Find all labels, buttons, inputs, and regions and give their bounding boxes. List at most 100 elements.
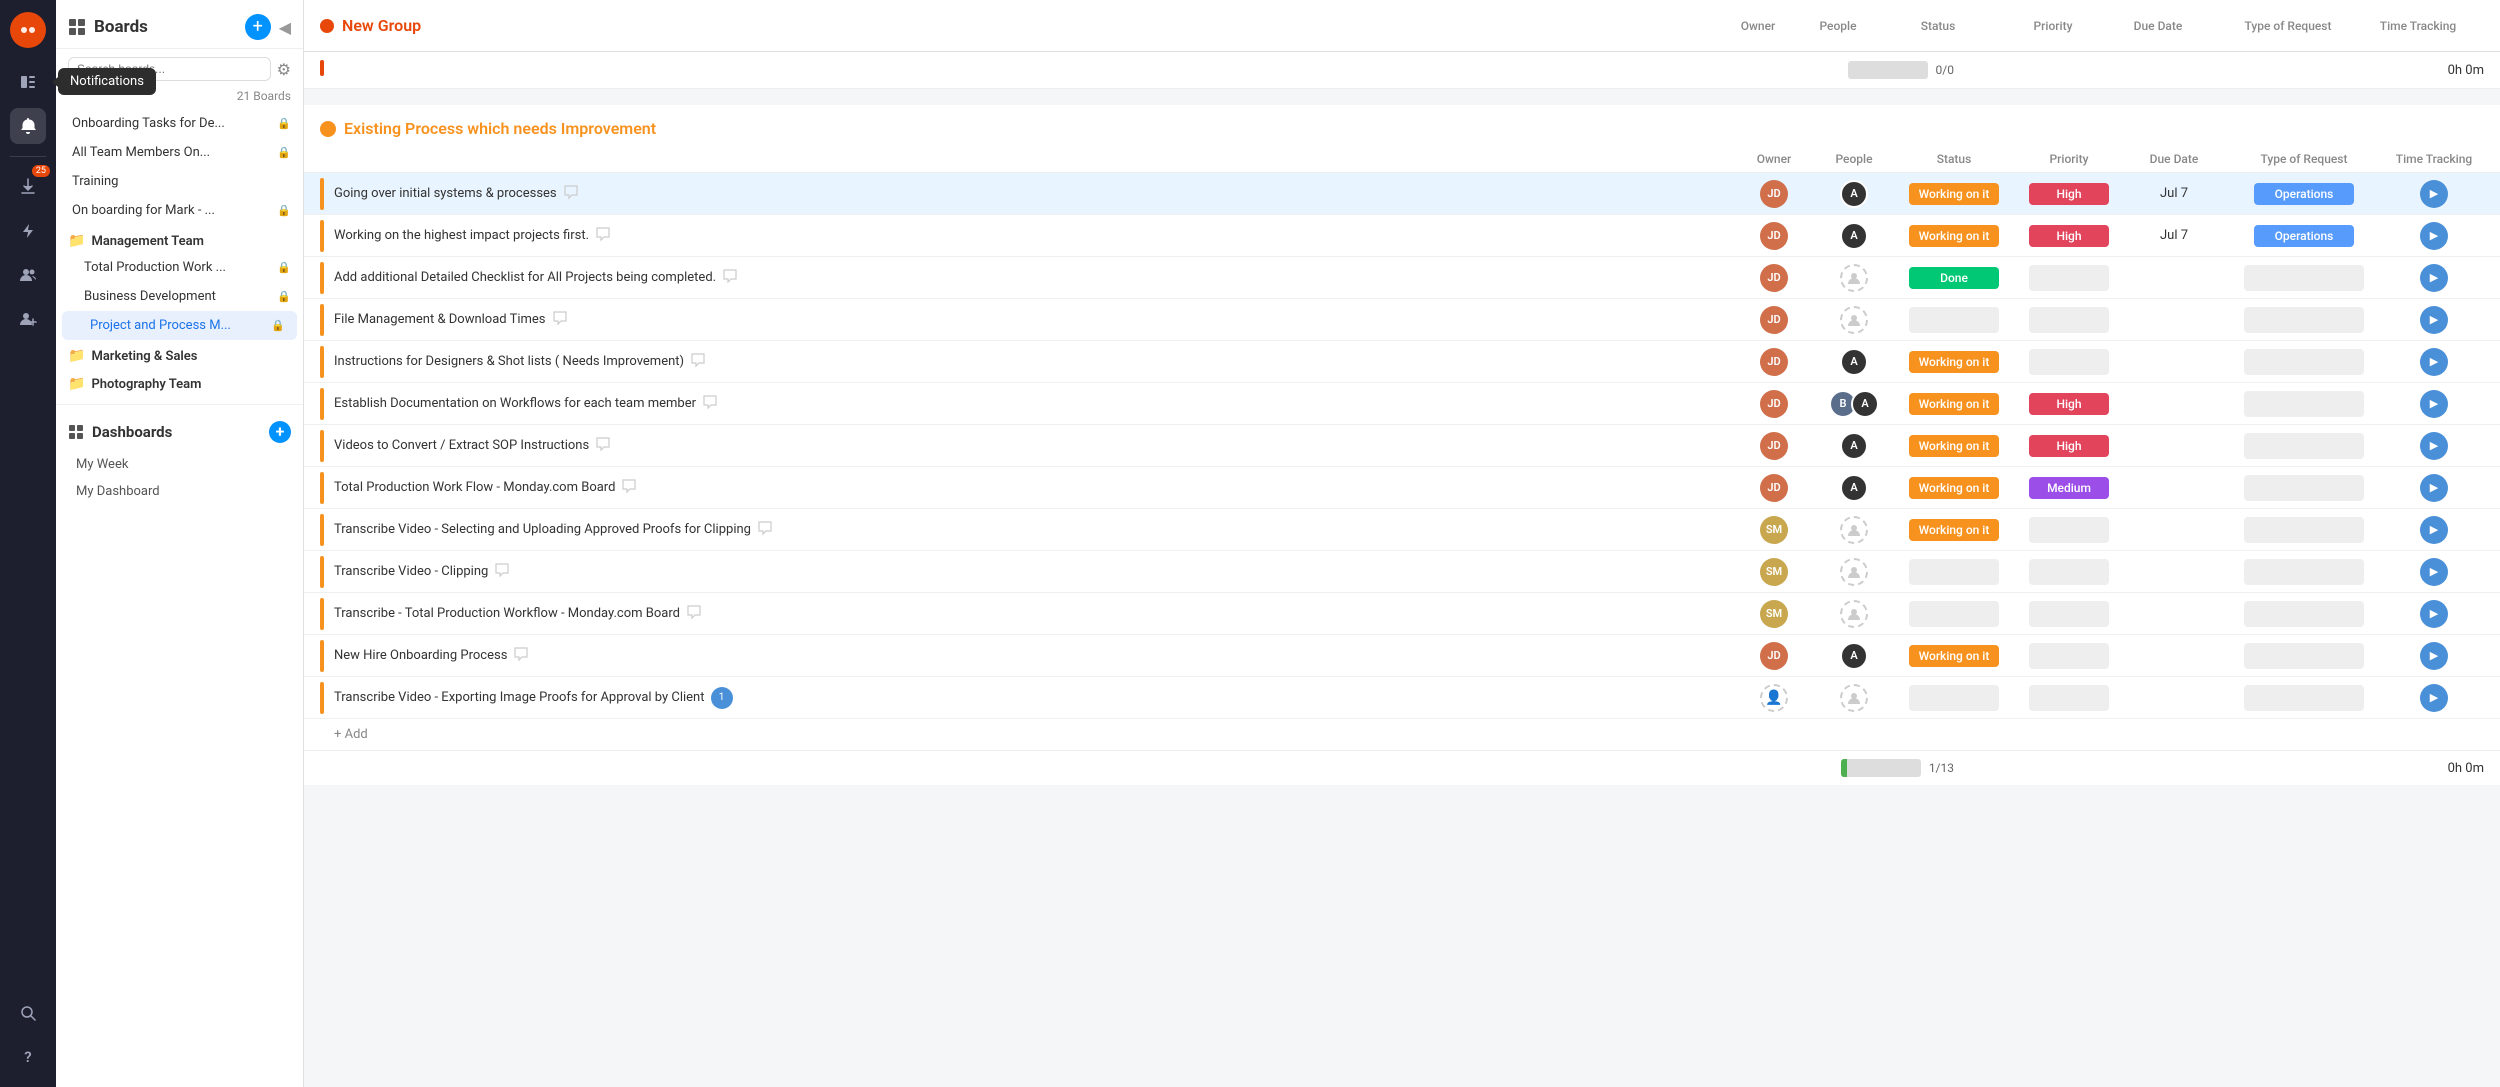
task-time-cell[interactable]: ▶ [2384, 306, 2484, 334]
task-time-cell[interactable]: ▶ [2384, 684, 2484, 712]
task-status-cell[interactable] [1894, 559, 2014, 585]
search-button[interactable] [10, 995, 46, 1031]
task-row[interactable]: Videos to Convert / Extract SOP Instruct… [304, 425, 2500, 467]
sidebar-item-total-production[interactable]: Total Production Work ... 🔒 [56, 253, 303, 282]
task-status-cell[interactable]: Working on it [1894, 393, 2014, 415]
play-button[interactable]: ▶ [2420, 600, 2448, 628]
task-status-cell[interactable]: Working on it [1894, 435, 2014, 457]
sidebar-item-my-week[interactable]: My Week [56, 451, 303, 478]
task-row[interactable]: New Hire Onboarding ProcessJDAWorking on… [304, 635, 2500, 677]
lightning-button[interactable] [10, 213, 46, 249]
task-priority-cell[interactable] [2014, 307, 2124, 333]
sidebar-collapse-button[interactable]: ◀ [279, 18, 291, 37]
sidebar-item-my-dashboard[interactable]: My Dashboard [56, 478, 303, 505]
task-type-cell[interactable] [2224, 643, 2384, 669]
task-priority-cell[interactable] [2014, 685, 2124, 711]
task-status-cell[interactable]: Working on it [1894, 519, 2014, 541]
task-time-cell[interactable]: ▶ [2384, 264, 2484, 292]
play-button[interactable]: ▶ [2420, 432, 2448, 460]
sidebar-item-all-team[interactable]: All Team Members On... 🔒 [56, 138, 303, 167]
task-row[interactable]: Transcribe - Total Production Workflow -… [304, 593, 2500, 635]
task-type-cell[interactable] [2224, 349, 2384, 375]
task-time-cell[interactable]: ▶ [2384, 558, 2484, 586]
task-time-cell[interactable]: ▶ [2384, 348, 2484, 376]
task-row[interactable]: File Management & Download TimesJD▶ [304, 299, 2500, 341]
task-status-cell[interactable]: Done [1894, 267, 2014, 289]
task-priority-cell[interactable] [2014, 601, 2124, 627]
comment-icon[interactable] [595, 436, 611, 456]
play-button[interactable]: ▶ [2420, 264, 2448, 292]
task-time-cell[interactable]: ▶ [2384, 642, 2484, 670]
comment-icon[interactable] [552, 310, 568, 330]
task-priority-cell[interactable] [2014, 265, 2124, 291]
comment-icon[interactable] [690, 352, 706, 372]
task-priority-cell[interactable]: Medium [2014, 477, 2124, 499]
notifications-button[interactable] [10, 108, 46, 144]
task-priority-cell[interactable]: High [2014, 435, 2124, 457]
comment-icon[interactable] [757, 520, 773, 540]
task-time-cell[interactable]: ▶ [2384, 180, 2484, 208]
task-type-cell[interactable]: Operations [2224, 225, 2384, 247]
play-button[interactable]: ▶ [2420, 390, 2448, 418]
add-dashboard-button[interactable]: + [269, 421, 291, 443]
task-status-cell[interactable]: Working on it [1894, 183, 2014, 205]
task-priority-cell[interactable]: High [2014, 225, 2124, 247]
task-type-cell[interactable] [2224, 433, 2384, 459]
help-button[interactable]: ? [10, 1039, 46, 1075]
play-button[interactable]: ▶ [2420, 348, 2448, 376]
play-button[interactable]: ▶ [2420, 474, 2448, 502]
sidebar-toggle-icon[interactable] [10, 64, 46, 100]
task-priority-cell[interactable]: High [2014, 393, 2124, 415]
task-time-cell[interactable]: ▶ [2384, 516, 2484, 544]
task-row[interactable]: Working on the highest impact projects f… [304, 215, 2500, 257]
sidebar-item-project-process[interactable]: Project and Process M... 🔒 [62, 311, 297, 340]
play-button[interactable]: ▶ [2420, 684, 2448, 712]
task-status-cell[interactable] [1894, 307, 2014, 333]
comment-icon[interactable] [621, 478, 637, 498]
task-type-cell[interactable]: Operations [2224, 183, 2384, 205]
add-person-button[interactable] [10, 301, 46, 337]
task-time-cell[interactable]: ▶ [2384, 222, 2484, 250]
task-duedate-cell[interactable]: Jul 7 [2124, 228, 2224, 243]
new-group-button[interactable]: New Group [320, 16, 421, 35]
comment-icon[interactable] [563, 184, 579, 204]
task-time-cell[interactable]: ▶ [2384, 390, 2484, 418]
sidebar-group-photography[interactable]: 📁 Photography Team [56, 368, 303, 396]
task-status-cell[interactable] [1894, 685, 2014, 711]
task-row[interactable]: Total Production Work Flow - Monday.com … [304, 467, 2500, 509]
play-button[interactable]: ▶ [2420, 180, 2448, 208]
task-status-cell[interactable]: Working on it [1894, 351, 2014, 373]
task-type-cell[interactable] [2224, 265, 2384, 291]
task-status-cell[interactable] [1894, 601, 2014, 627]
task-status-cell[interactable]: Working on it [1894, 645, 2014, 667]
comment-icon[interactable] [513, 646, 529, 666]
people-button[interactable] [10, 257, 46, 293]
sidebar-group-marketing[interactable]: 📁 Marketing & Sales [56, 340, 303, 368]
task-row[interactable]: Transcribe Video - ClippingSM▶ [304, 551, 2500, 593]
comment-icon[interactable] [494, 562, 510, 582]
task-row[interactable]: Add additional Detailed Checklist for Al… [304, 257, 2500, 299]
play-button[interactable]: ▶ [2420, 642, 2448, 670]
task-type-cell[interactable] [2224, 685, 2384, 711]
task-time-cell[interactable]: ▶ [2384, 432, 2484, 460]
sidebar-filter-button[interactable]: ⚙ [277, 60, 291, 79]
task-priority-cell[interactable] [2014, 517, 2124, 543]
sidebar-item-training[interactable]: Training [56, 167, 303, 196]
task-type-cell[interactable] [2224, 601, 2384, 627]
sidebar-group-management[interactable]: 📁 Management Team [56, 225, 303, 253]
task-type-cell[interactable] [2224, 475, 2384, 501]
add-task-row[interactable]: + Add [304, 719, 2500, 750]
task-status-cell[interactable]: Working on it [1894, 477, 2014, 499]
task-row[interactable]: Going over initial systems & processesJD… [304, 173, 2500, 215]
comment-icon[interactable]: 1 [711, 687, 733, 709]
task-row[interactable]: Establish Documentation on Workflows for… [304, 383, 2500, 425]
play-button[interactable]: ▶ [2420, 558, 2448, 586]
task-type-cell[interactable] [2224, 391, 2384, 417]
comment-icon[interactable] [722, 268, 738, 288]
sidebar-item-business-dev[interactable]: Business Development 🔒 [56, 282, 303, 311]
task-row[interactable]: Instructions for Designers & Shot lists … [304, 341, 2500, 383]
sidebar-item-onboarding-mark[interactable]: On boarding for Mark - ... 🔒 [56, 196, 303, 225]
play-button[interactable]: ▶ [2420, 222, 2448, 250]
play-button[interactable]: ▶ [2420, 306, 2448, 334]
task-type-cell[interactable] [2224, 307, 2384, 333]
